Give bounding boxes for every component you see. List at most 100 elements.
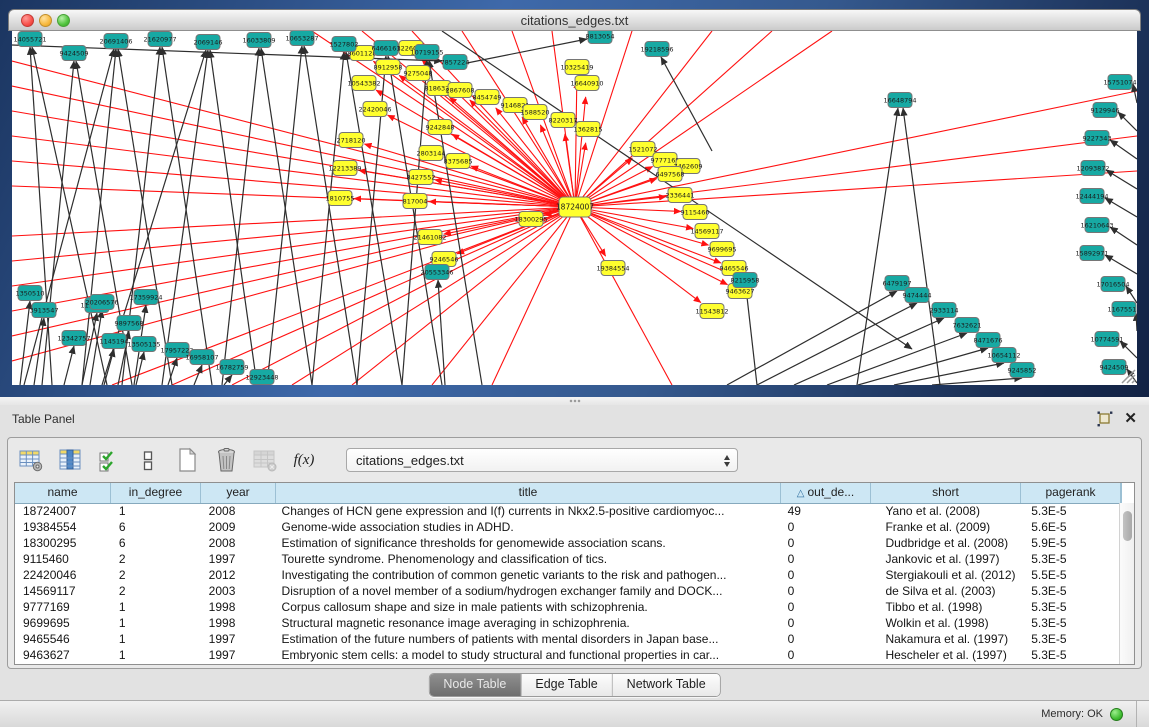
graph-node[interactable]: 12444194 [1075, 189, 1108, 204]
graph-node[interactable]: 6497568 [656, 167, 685, 182]
graph-node[interactable]: 17359924 [129, 290, 162, 305]
graph-node[interactable]: 20553346 [420, 265, 453, 280]
table-cell[interactable]: Wolkin et al. (1998) [869, 615, 1019, 631]
graph-node[interactable]: 2069146 [194, 35, 223, 50]
graph-node[interactable]: 1588520 [521, 105, 550, 120]
table-cell[interactable]: 22420046 [15, 567, 111, 583]
graph-node[interactable]: 21461082 [413, 230, 446, 245]
table-cell[interactable]: 2 [111, 551, 201, 567]
table-cell[interactable]: 1 [111, 615, 201, 631]
table-cell[interactable]: 0 [780, 615, 870, 631]
table-cell[interactable]: 0 [780, 599, 870, 615]
graph-node[interactable]: 9474444 [903, 288, 932, 303]
table-cell[interactable]: Genome-wide association studies in ADHD. [276, 519, 780, 535]
table-cell[interactable]: Estimation of significance thresholds fo… [276, 535, 780, 551]
table-cell[interactable]: 2 [111, 583, 201, 599]
table-cell[interactable]: Changes of HCN gene expression and I(f) … [276, 503, 780, 519]
graph-node[interactable]: 10543382 [347, 76, 380, 91]
graph-node[interactable]: 2718120 [337, 133, 366, 148]
graph-node[interactable]: 9129946 [1091, 103, 1120, 118]
column-header-short[interactable]: short [871, 483, 1021, 503]
table-row[interactable]: 1872400712008Changes of HCN gene express… [15, 503, 1119, 519]
graph-node[interactable]: 7632621 [953, 318, 982, 333]
graph-node[interactable]: 8454749 [473, 90, 502, 105]
table-row[interactable]: 977716911998Corpus callosum shape and si… [15, 599, 1119, 615]
graph-node[interactable]: 14569117 [690, 224, 723, 239]
table-row[interactable]: 1938455462009Genome-wide association stu… [15, 519, 1119, 535]
table-cell[interactable]: 1998 [201, 599, 276, 615]
network-view-canvas[interactable]: 8601128891295882260589275048818632810543… [12, 31, 1137, 385]
table-mode-icon[interactable] [18, 447, 44, 473]
table-cell[interactable]: Franke et al. (2009) [869, 519, 1019, 535]
graph-node[interactable]: 8471676 [974, 333, 1003, 348]
table-cell[interactable]: 18724007 [15, 503, 111, 519]
graph-node[interactable]: 16210643 [1080, 218, 1113, 233]
graph-node[interactable]: 9275048 [404, 66, 433, 81]
graph-node[interactable]: 9424509 [1100, 360, 1129, 375]
table-cell[interactable]: 2012 [201, 567, 276, 583]
graph-node[interactable]: 10774591 [1090, 332, 1123, 347]
table-cell[interactable]: 5.3E-5 [1019, 631, 1119, 647]
graph-node[interactable]: 7857224 [441, 55, 470, 70]
table-cell[interactable]: 9699695 [15, 615, 111, 631]
graph-node[interactable]: 9115460 [681, 205, 710, 220]
table-cell[interactable]: 5.3E-5 [1019, 551, 1119, 567]
table-cell[interactable]: Jankovic et al. (1997) [869, 551, 1019, 567]
table-cell[interactable]: 0 [780, 631, 870, 647]
table-cell[interactable]: 5.9E-5 [1019, 535, 1119, 551]
column-header-pagerank[interactable]: pagerank [1021, 483, 1121, 503]
graph-node[interactable]: 16958107 [185, 350, 218, 365]
graph-node[interactable]: 6466161 [372, 41, 401, 56]
graph-node[interactable]: 8375685 [444, 154, 473, 169]
graph-node[interactable]: 2933114 [930, 303, 959, 318]
table-cell[interactable]: 19384554 [15, 519, 111, 535]
table-cell[interactable]: 2009 [201, 519, 276, 535]
graph-node[interactable]: 21620977 [143, 32, 176, 47]
graph-node[interactable]: 10719155 [410, 45, 443, 60]
table-cell[interactable]: Stergiakouli et al. (2012) [869, 567, 1019, 583]
table-cell[interactable]: Corpus callosum shape and size in male p… [276, 599, 780, 615]
table-cell[interactable]: Nakamura et al. (1997) [869, 631, 1019, 647]
graph-node[interactable]: 11543812 [695, 304, 728, 319]
graph-node[interactable]: 9424509 [60, 46, 89, 61]
table-cell[interactable]: 2003 [201, 583, 276, 599]
table-cell[interactable]: Structural magnetic resonance image aver… [276, 615, 780, 631]
column-header-title[interactable]: title [276, 483, 781, 503]
graph-node[interactable]: 16033809 [242, 33, 275, 48]
table-row[interactable]: 1456911722003Disruption of a novel membe… [15, 583, 1119, 599]
graph-node[interactable]: 16640910 [570, 76, 603, 91]
graph-node[interactable]: 12093872 [1076, 161, 1109, 176]
table-row[interactable]: 969969511998Structural magnetic resonanc… [15, 615, 1119, 631]
graph-node[interactable]: 10654112 [987, 348, 1020, 363]
table-row[interactable]: 1830029562008Estimation of significance … [15, 535, 1119, 551]
graph-node[interactable]: 9897568 [115, 316, 144, 331]
graph-node[interactable]: 9699695 [708, 242, 737, 257]
tab-edge-table[interactable]: Edge Table [521, 674, 612, 696]
table-cell[interactable]: Dudbridge et al. (2008) [869, 535, 1019, 551]
panel-splitter[interactable] [0, 397, 1149, 405]
table-cell[interactable]: 0 [780, 567, 870, 583]
table-cell[interactable]: 1 [111, 599, 201, 615]
graph-node[interactable]: 17016504 [1096, 277, 1129, 292]
table-cell[interactable]: 5.3E-5 [1019, 615, 1119, 631]
float-panel-icon[interactable] [1096, 410, 1114, 428]
table-cell[interactable]: 18300295 [15, 535, 111, 551]
graph-node[interactable]: 817004 [403, 194, 428, 209]
graph-hub-node[interactable]: 18724007 [556, 197, 594, 217]
table-cell[interactable]: 0 [780, 647, 870, 663]
table-cell[interactable]: Tibbo et al. (1998) [869, 599, 1019, 615]
table-cell[interactable]: 0 [780, 519, 870, 535]
table-cell[interactable]: 9465546 [15, 631, 111, 647]
column-header-name[interactable]: name [15, 483, 111, 503]
table-row[interactable]: 946554611997Estimation of the future num… [15, 631, 1119, 647]
close-panel-icon[interactable]: ✕ [1124, 410, 1137, 428]
graph-node[interactable]: 18300295 [514, 212, 547, 227]
table-cell[interactable]: 9777169 [15, 599, 111, 615]
table-row[interactable]: 946362711997Embryonic stem cells: a mode… [15, 647, 1119, 663]
graph-node[interactable]: 20691406 [99, 34, 132, 49]
graph-node[interactable]: 1145194 [100, 334, 129, 349]
table-cell[interactable]: 1998 [201, 615, 276, 631]
splitter-grip-icon[interactable] [569, 399, 581, 403]
table-cell[interactable]: 5.3E-5 [1019, 503, 1119, 519]
table-cell[interactable]: 0 [780, 583, 870, 599]
